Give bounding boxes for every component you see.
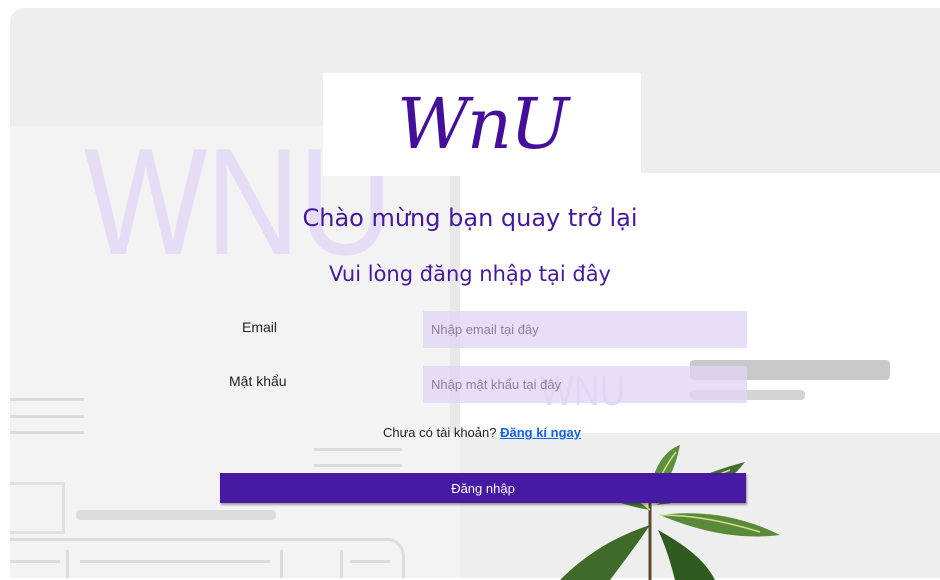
- background-line: [10, 560, 60, 563]
- signup-prompt-text: Chưa có tài khoản?: [382, 425, 497, 440]
- signup-prompt-row: Chưa có tài khoản? Đăng kí ngay: [0, 423, 940, 443]
- logo: WnU: [396, 83, 569, 165]
- background-table: [10, 538, 405, 578]
- background-box: [10, 482, 65, 534]
- email-label: Email: [242, 319, 278, 335]
- page-subtitle: Vui lòng đăng nhập tại đây: [328, 262, 611, 286]
- page-title: Chào mừng bạn quay trở lại: [302, 204, 638, 232]
- background-line: [80, 560, 270, 563]
- background-bar: [76, 510, 276, 520]
- background-line: [314, 448, 402, 451]
- email-input[interactable]: [423, 311, 747, 348]
- plant-image: [560, 445, 780, 580]
- logo-card: WnU: [323, 73, 641, 176]
- background-line: [314, 464, 402, 467]
- background-table-divider: [280, 550, 283, 578]
- background-table-divider: [66, 550, 69, 578]
- password-label: Mật khẩu: [229, 373, 287, 389]
- signup-link[interactable]: Đăng kí ngay: [500, 425, 581, 440]
- background-line: [10, 415, 84, 418]
- background-line: [10, 398, 84, 401]
- login-button[interactable]: Đăng nhập: [220, 473, 746, 503]
- password-input[interactable]: [423, 366, 747, 403]
- background-table-divider: [340, 550, 343, 578]
- background-line: [350, 560, 390, 563]
